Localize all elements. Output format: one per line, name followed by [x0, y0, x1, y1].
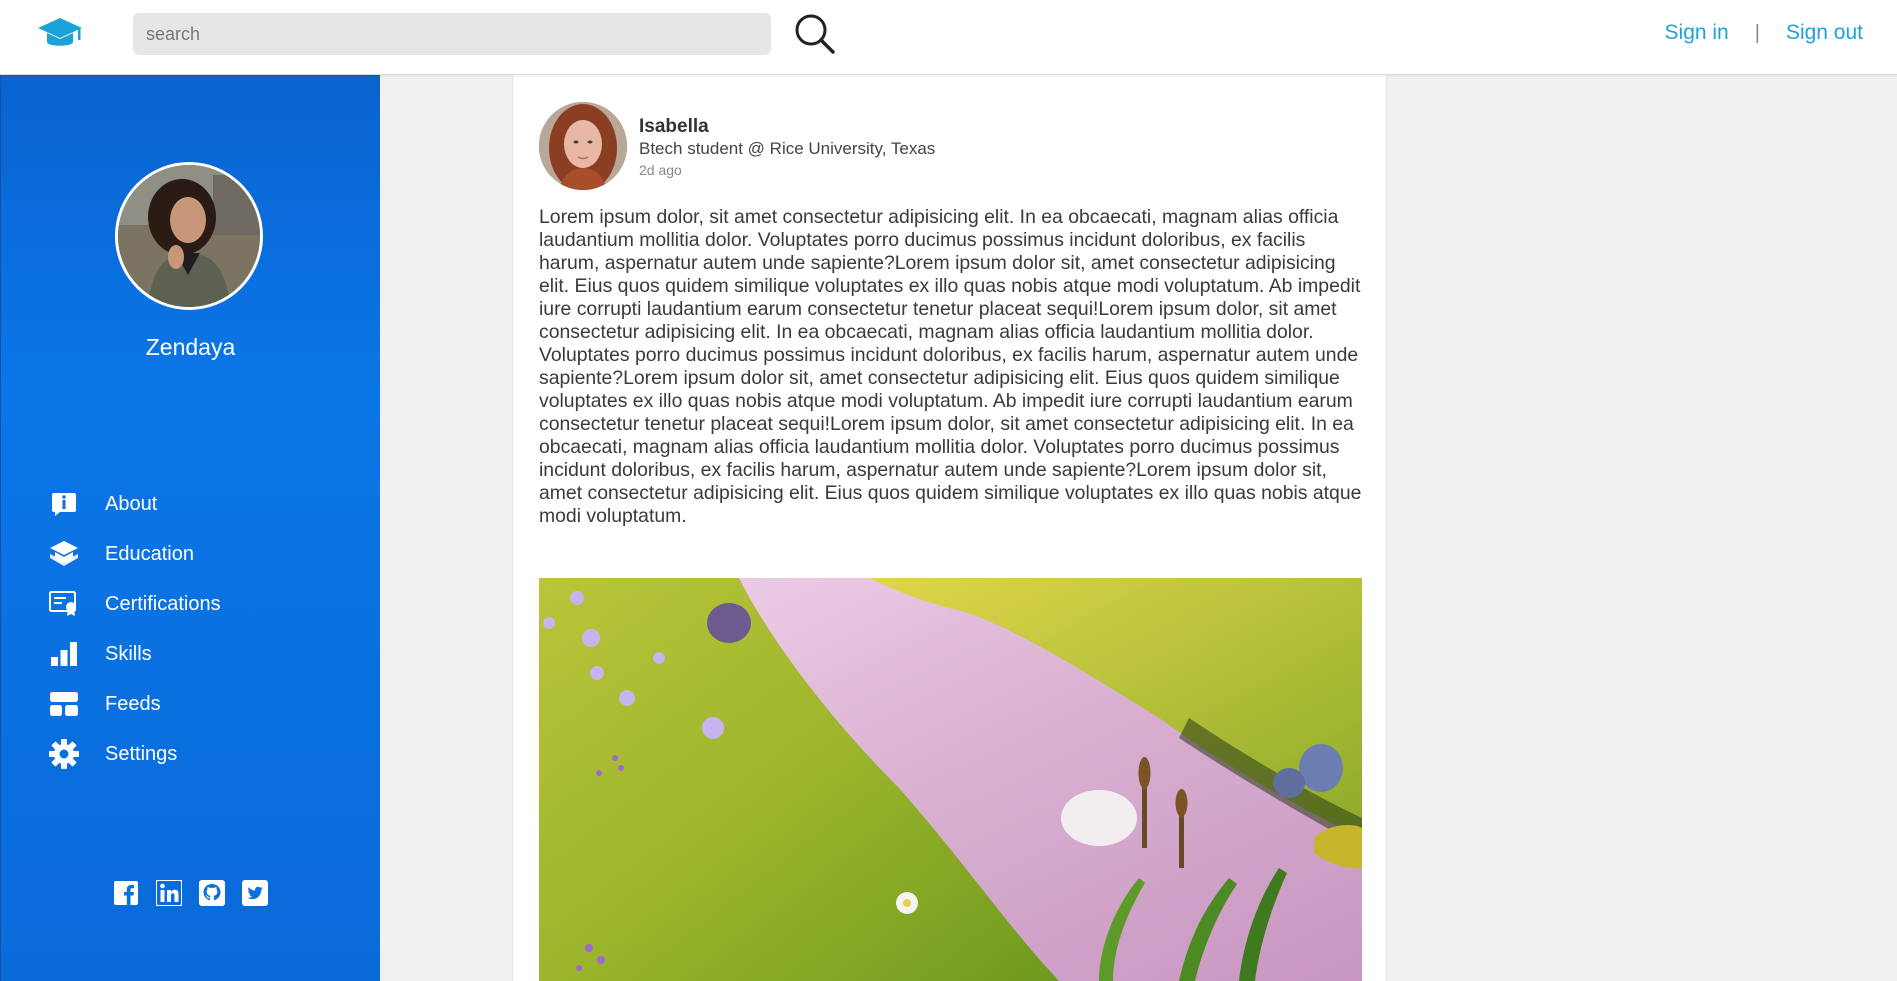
search-icon[interactable]	[793, 12, 837, 56]
twitter-icon[interactable]	[242, 880, 268, 906]
top-navbar: Sign in | Sign out	[0, 0, 1897, 75]
info-icon	[49, 489, 79, 519]
linkedin-icon[interactable]	[156, 880, 182, 906]
post-card: Isabella Btech student @ Rice University…	[512, 74, 1387, 981]
sidebar-item-label: Education	[105, 542, 194, 565]
author-title: Btech student @ Rice University, Texas	[639, 139, 936, 158]
auth-links: Sign in | Sign out	[1665, 21, 1863, 45]
certificate-icon	[49, 589, 79, 619]
sidebar-item-settings[interactable]: Settings	[49, 729, 221, 779]
post-image[interactable]	[539, 578, 1362, 981]
feed-icon	[49, 689, 79, 719]
search-input[interactable]	[133, 13, 771, 55]
sidebar-item-certifications[interactable]: Certifications	[49, 579, 221, 629]
sidebar-item-label: Certifications	[105, 592, 221, 615]
sign-in-link[interactable]: Sign in	[1665, 21, 1729, 45]
sidebar-item-skills[interactable]: Skills	[49, 629, 221, 679]
sidebar-item-label: About	[105, 492, 158, 515]
facebook-icon[interactable]	[113, 880, 139, 906]
sidebar-item-label: Feeds	[105, 692, 161, 715]
sidebar-item-feeds[interactable]: Feeds	[49, 679, 221, 729]
sidebar-item-label: Settings	[105, 742, 178, 765]
sidebar-item-about[interactable]: About	[49, 479, 221, 529]
social-links	[113, 880, 268, 906]
graduation-cap-icon	[49, 539, 79, 569]
profile-sidebar: Zendaya About Education Certifications S…	[0, 74, 380, 981]
profile-name: Zendaya	[145, 334, 236, 360]
post-timestamp: 2d ago	[639, 162, 682, 178]
post-body: Lorem ipsum dolor, sit amet consectetur …	[539, 206, 1362, 527]
author-info: Isabella Btech student @ Rice University…	[639, 116, 935, 180]
sidebar-item-education[interactable]: Education	[49, 529, 221, 579]
author-avatar[interactable]	[539, 102, 627, 190]
sidebar-item-label: Skills	[105, 642, 152, 665]
bar-chart-icon	[49, 639, 79, 669]
github-icon[interactable]	[199, 880, 225, 906]
profile-avatar[interactable]	[115, 162, 263, 310]
auth-separator: |	[1754, 21, 1760, 44]
graduation-cap-logo-icon[interactable]	[36, 14, 84, 54]
sign-out-link[interactable]: Sign out	[1786, 21, 1863, 45]
gear-icon	[49, 739, 79, 769]
sidebar-nav: About Education Certifications Skills Fe…	[49, 479, 221, 779]
author-name[interactable]: Isabella	[639, 116, 935, 138]
